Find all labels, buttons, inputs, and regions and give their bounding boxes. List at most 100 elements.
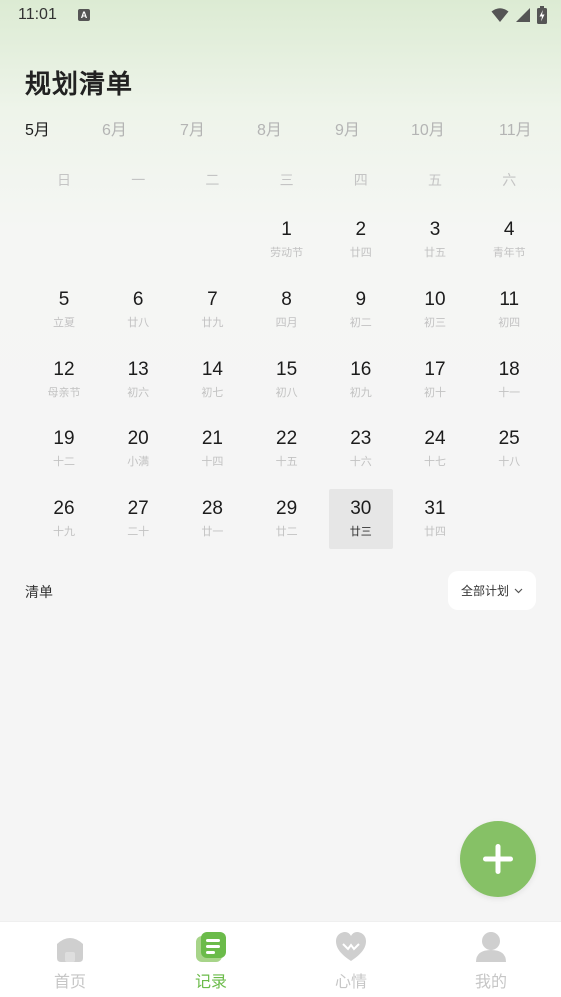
calendar-day[interactable]: 22 十五 <box>255 419 319 479</box>
nav-item-mood[interactable]: 心情 <box>306 922 396 997</box>
status-time: 11:01 <box>18 6 57 23</box>
calendar-day[interactable]: 20 小满 <box>106 419 170 479</box>
lunar-date-label: 二十 <box>127 525 150 539</box>
lunar-date-label: 初十 <box>424 385 446 399</box>
month-tab[interactable]: 11月 <box>499 116 532 140</box>
calendar-day[interactable]: 13 初六 <box>106 350 170 410</box>
weekday-label: 四 <box>353 173 368 189</box>
weekday-label: 五 <box>428 173 442 189</box>
day-number: 12 <box>53 358 75 380</box>
day-number: 24 <box>424 428 446 450</box>
month-tab[interactable]: 5月 <box>25 116 50 140</box>
lunar-date-label: 廿八 <box>127 315 150 329</box>
home-icon <box>57 938 83 962</box>
calendar-day[interactable]: 31 廿四 <box>403 489 467 549</box>
lunar-date-label: 小满 <box>127 455 150 469</box>
profile-icon <box>476 932 506 962</box>
day-number: 5 <box>58 288 70 310</box>
day-number: 29 <box>276 498 298 520</box>
lunar-date-label: 十一 <box>498 385 521 399</box>
month-tab[interactable]: 8月 <box>257 116 282 140</box>
lunar-date-label: 廿三 <box>349 525 372 539</box>
calendar-day[interactable]: 14 初七 <box>180 350 244 410</box>
month-tab[interactable]: 10月 <box>411 116 445 140</box>
calendar-day[interactable]: 6 廿八 <box>106 280 170 340</box>
calendar-day[interactable]: 12 母亲节 <box>32 350 96 410</box>
day-number: 9 <box>355 288 367 310</box>
calendar-day[interactable]: 19 十二 <box>32 419 96 479</box>
day-number: 21 <box>201 428 223 450</box>
nav-label-mood: 心情 <box>334 972 367 991</box>
day-number: 23 <box>350 428 372 450</box>
calendar-day[interactable]: 28 廿一 <box>180 489 244 549</box>
month-tab[interactable]: 6月 <box>102 116 127 140</box>
calendar-day[interactable]: 16 初九 <box>329 350 393 410</box>
lunar-date-label: 劳动节 <box>270 246 304 259</box>
lunar-date-label: 初二 <box>349 315 372 329</box>
calendar-day[interactable]: 21 十四 <box>180 419 244 479</box>
lunar-date-label: 十二 <box>53 455 75 469</box>
calendar-day[interactable]: 29 廿二 <box>255 489 319 549</box>
calendar-day[interactable]: 10 初三 <box>403 280 467 340</box>
nav-label-profile: 我的 <box>474 972 507 991</box>
nav-item-home[interactable]: 首页 <box>25 922 115 997</box>
weekday-label: 二 <box>205 173 220 189</box>
day-number: 4 <box>503 219 515 240</box>
calendar-day[interactable]: 24 十七 <box>403 419 467 479</box>
nav-item-profile[interactable]: 我的 <box>446 922 536 997</box>
plus-icon <box>483 844 513 874</box>
calendar-day[interactable]: 18 十一 <box>477 350 541 410</box>
day-number: 16 <box>350 358 372 380</box>
calendar-day[interactable]: 26 十九 <box>32 489 96 549</box>
chevron-down-icon <box>514 588 523 593</box>
lunar-date-label: 十八 <box>498 455 521 469</box>
calendar-day[interactable]: 3 廿五 <box>403 210 467 270</box>
battery-charging-icon <box>537 6 547 24</box>
day-number: 27 <box>127 498 149 520</box>
day-number: 26 <box>53 498 75 520</box>
add-plan-button[interactable] <box>460 821 536 897</box>
lunar-date-label: 四月 <box>275 315 298 329</box>
day-number: 2 <box>355 219 367 240</box>
day-number: 6 <box>132 288 144 310</box>
weekday-label: 一 <box>131 173 146 189</box>
day-number: 17 <box>424 358 446 380</box>
filter-dropdown-button[interactable]: 全部计划 <box>448 571 536 610</box>
nav-item-records[interactable]: 记录 <box>166 922 256 997</box>
calendar-day[interactable]: 1 劳动节 <box>255 210 319 270</box>
calendar-day[interactable]: 30 廿三 <box>328 489 393 550</box>
calendar-day[interactable]: 4 青年节 <box>477 210 541 270</box>
day-number: 11 <box>499 288 520 310</box>
calendar-day[interactable]: 11 初四 <box>477 280 541 340</box>
day-number: 28 <box>201 498 223 520</box>
month-tabs: 5月 6月 7月 8月 9月 10月 11月 <box>25 116 545 140</box>
calendar-day[interactable]: 7 廿九 <box>180 280 244 340</box>
calendar-day[interactable]: 5 立夏 <box>32 280 96 340</box>
calendar-day[interactable]: 9 初二 <box>329 280 393 340</box>
bottom-nav: 首页 记录 心情 我的 <box>0 921 561 997</box>
day-number: 13 <box>127 358 149 380</box>
calendar-day[interactable]: 2 廿四 <box>329 210 393 270</box>
day-number: 31 <box>424 498 446 520</box>
calendar-day[interactable]: 15 初八 <box>255 350 319 410</box>
lunar-date-label: 十七 <box>424 455 446 469</box>
lunar-date-label: 廿二 <box>275 525 298 539</box>
nav-label-home: 首页 <box>53 972 86 991</box>
calendar-day[interactable]: 8 四月 <box>255 280 319 340</box>
calendar-day[interactable]: 25 十八 <box>477 419 541 479</box>
lunar-date-label: 初九 <box>349 385 372 399</box>
day-number: 3 <box>429 219 441 240</box>
calendar-day[interactable]: 27 二十 <box>106 489 170 549</box>
day-number: 14 <box>201 358 223 380</box>
day-number: 25 <box>498 428 520 450</box>
day-number: 30 <box>350 498 372 520</box>
month-tab[interactable]: 9月 <box>335 116 360 140</box>
lunar-date-label: 初六 <box>127 385 150 399</box>
month-tab[interactable]: 7月 <box>180 116 205 140</box>
signal-icon <box>516 8 530 22</box>
weekday-label: 六 <box>502 173 517 189</box>
lunar-date-label: 初八 <box>275 385 298 399</box>
lunar-date-label: 初三 <box>424 315 446 329</box>
calendar-day[interactable]: 23 十六 <box>329 419 393 479</box>
calendar-day[interactable]: 17 初十 <box>403 350 467 410</box>
